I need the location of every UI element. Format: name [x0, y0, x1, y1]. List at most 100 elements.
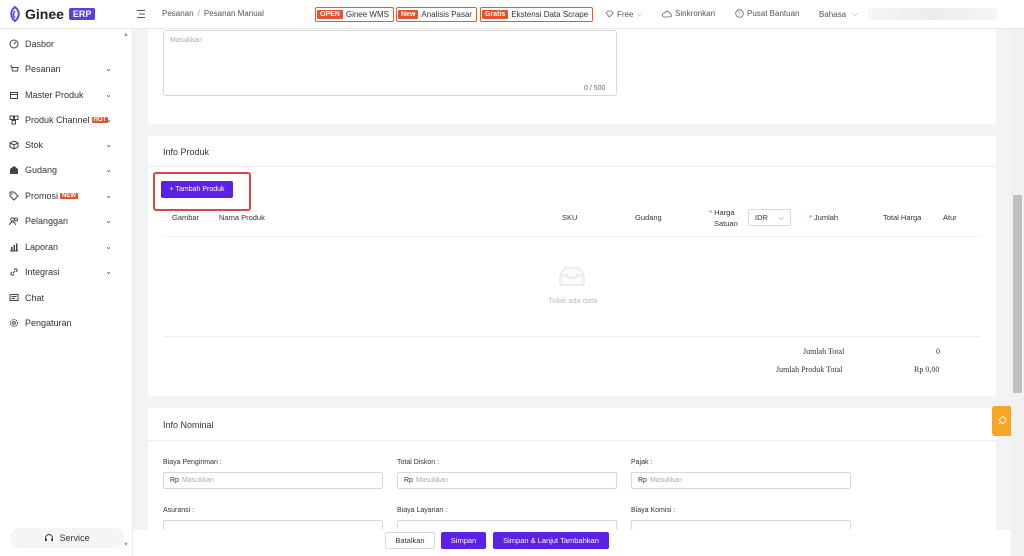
sidebar-item-laporan[interactable]: Laporan ⌄	[0, 237, 120, 257]
scrollbar-thumb[interactable]	[1013, 195, 1022, 393]
chevron-down-icon: ⌄	[105, 165, 112, 174]
currency-select[interactable]: IDR ⌵	[748, 209, 791, 226]
promo-wms[interactable]: OPEN Ginee WMS	[315, 7, 394, 22]
insurance-label: Asuransi :	[163, 507, 195, 514]
insurance-input[interactable]	[163, 520, 383, 530]
sidebar-item-integrasi[interactable]: Integrasi ⌄	[0, 262, 120, 282]
shipping-fee-input[interactable]: Rp Masukkan	[163, 472, 383, 489]
note-textarea[interactable]: Masukkan	[163, 30, 617, 96]
account-info-blurred[interactable]	[868, 8, 998, 20]
top-bar: Ginee ERP Pesanan / Pesanan Manual OPEN Gin…	[0, 0, 1024, 29]
divider	[148, 440, 996, 441]
sidebar-item-promosi[interactable]: Promosi NEW ⌄	[0, 186, 120, 206]
cancel-button[interactable]: Batalkan	[385, 532, 435, 549]
sidebar-scrollbar[interactable]: ▲ ▼	[122, 29, 130, 556]
sidebar-item-stok[interactable]: Stok ⌄	[0, 135, 120, 155]
chevron-down-icon: ⌄	[105, 64, 112, 73]
sync-label: Sinkronkan	[675, 9, 716, 18]
link-icon	[10, 268, 18, 276]
sidebar-item-gudang[interactable]: Gudang ⌄	[0, 160, 120, 180]
promo-tag: OPEN	[317, 10, 343, 19]
scroll-down-icon[interactable]: ▼	[123, 542, 129, 548]
add-product-button[interactable]: + Tambah Produk	[161, 181, 233, 198]
promo-label: Ekstensi Data Scrape	[511, 10, 589, 19]
breadcrumb-parent[interactable]: Pesanan	[162, 9, 194, 18]
sync-button[interactable]: Sinkronkan	[662, 9, 715, 18]
channel-icon	[9, 115, 19, 125]
cloud-sync-icon	[662, 10, 672, 17]
help-center-link[interactable]: ? Pusat Bantuan	[735, 9, 799, 18]
commission-input[interactable]	[631, 520, 851, 530]
add-product-label: Tambah Produk	[175, 186, 225, 193]
discount-text: Total Diskon	[397, 459, 436, 466]
sidebar-item-label: Integrasi	[25, 267, 60, 277]
help-label: Pusat Bantuan	[747, 9, 800, 18]
sidebar-badge: NEW	[60, 193, 79, 199]
chevron-down-icon: ⌄	[105, 267, 112, 276]
menu-toggle-icon[interactable]	[136, 9, 146, 19]
chevron-down-icon: ⌄	[105, 216, 112, 225]
tax-input[interactable]: Rp Masukkan	[631, 472, 851, 489]
language-select[interactable]: Bahasa ⌵	[819, 9, 858, 19]
insurance-text: Asuransi	[163, 507, 191, 514]
sidebar-item-label: Produk Channel	[25, 115, 90, 125]
scroll-up-icon[interactable]: ▲	[123, 32, 129, 38]
chat-icon	[9, 294, 19, 301]
headset-icon	[45, 534, 54, 541]
total-amount-label: Jumlah Produk Total	[776, 365, 843, 374]
col-unit-price-line2: Satuan	[714, 219, 738, 228]
sidebar-item-chat[interactable]: Chat	[0, 288, 120, 308]
settings-icon	[10, 319, 18, 327]
promo-scrape-extension[interactable]: Gratis Ekstensi Data Scrape	[480, 7, 594, 22]
brand-name: Ginee	[25, 6, 64, 22]
chevron-down-icon: ⌵	[852, 9, 859, 18]
sidebar-item-pengaturan[interactable]: Pengaturan	[0, 313, 120, 333]
save-and-add-button[interactable]: Simpan & Lanjut Tambahkan	[493, 532, 609, 549]
tax-label: Pajak :	[631, 459, 653, 466]
chevron-down-icon: ⌄	[105, 90, 112, 99]
logo[interactable]: Ginee ERP	[8, 6, 96, 22]
sidebar-item-label: Chat	[25, 293, 45, 303]
table-header-divider	[163, 236, 981, 237]
sidebar-item-label: Stok	[25, 140, 44, 150]
discount-label: Total Diskon :	[397, 459, 440, 466]
free-plan-menu[interactable]: Free ⌵	[605, 9, 643, 19]
col-action: Atur	[943, 213, 957, 222]
empty-box-icon	[559, 267, 585, 286]
service-fee-input[interactable]	[397, 520, 617, 530]
promo-market-analysis[interactable]: New Analisis Pasar	[396, 7, 478, 22]
currency-prefix: Rp	[170, 477, 179, 484]
svg-text:?: ?	[738, 12, 741, 18]
sidebar-item-label: Gudang	[25, 165, 58, 175]
service-fee-text: Biaya Layanan	[397, 507, 444, 514]
col-qty-label: Jumlah	[813, 213, 839, 222]
cube-icon	[9, 140, 19, 150]
col-total: Total Harga	[883, 213, 922, 222]
sidebar-item-pelanggan[interactable]: Pelanggan ⌄	[0, 211, 120, 231]
chevron-down-icon: ⌵	[778, 213, 784, 222]
save-button[interactable]: Simpan	[441, 532, 486, 549]
sidebar-item-dasbor[interactable]: Dasbor	[0, 34, 120, 54]
input-placeholder: Masukkan	[649, 477, 682, 484]
char-counter: 0 / 500	[584, 85, 606, 92]
nominal-section-title: Info Nominal	[163, 420, 214, 430]
chevron-down-icon: ⌵	[636, 9, 643, 18]
breadcrumb: Pesanan / Pesanan Manual	[162, 9, 264, 18]
currency-prefix: Rp	[638, 477, 647, 484]
diamond-icon	[605, 10, 614, 18]
service-button[interactable]: Service	[10, 528, 124, 548]
col-unit-price-line1: Harga	[714, 208, 735, 217]
sidebar-item-produk-channel[interactable]: Produk Channel HOT ⌄	[0, 110, 120, 130]
col-sku: SKU	[562, 213, 578, 222]
discount-input[interactable]: Rp Masukkan	[397, 472, 617, 489]
sidebar-item-pesanan[interactable]: Pesanan ⌄	[0, 59, 120, 79]
currency-prefix: Rp	[404, 477, 413, 484]
sidebar-item-label: Pelanggan	[25, 216, 69, 226]
chevron-down-icon: ⌄	[105, 242, 112, 251]
sidebar-item-master-produk[interactable]: Master Produk ⌄	[0, 85, 120, 105]
commission-text: Biaya Komisi	[631, 507, 672, 514]
total-qty-value: 0	[936, 347, 940, 356]
col-image: Gambar	[172, 213, 200, 222]
floating-helper-tab[interactable]	[992, 406, 1011, 436]
promo-tag: Gratis	[482, 10, 509, 19]
